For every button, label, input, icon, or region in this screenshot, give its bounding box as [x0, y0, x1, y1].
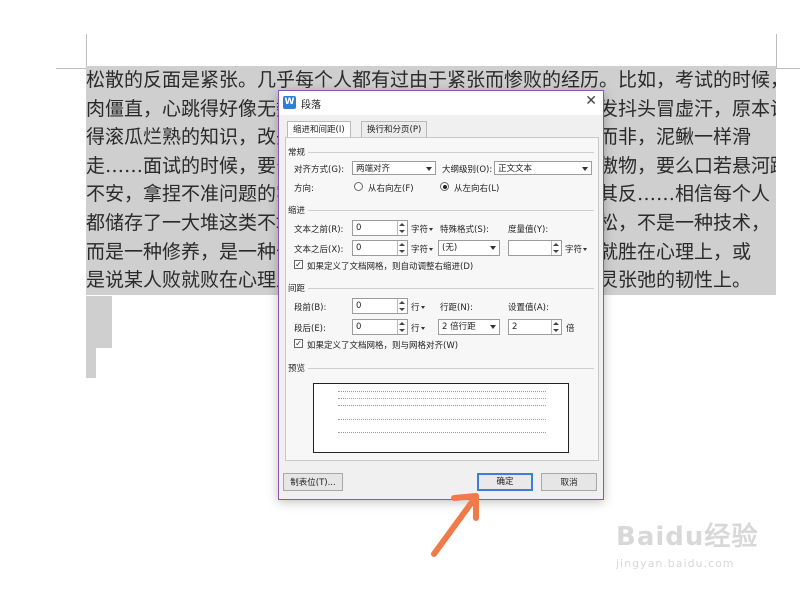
preview-previous-paragraph-line: [338, 405, 546, 407]
section-indent-title: 缩进: [288, 206, 306, 216]
chevron-down-icon: [582, 167, 588, 171]
pointer-arrow-icon: [431, 493, 479, 557]
spin-up-icon[interactable]: [399, 243, 405, 246]
snap-to-grid-checkbox[interactable]: ✓: [294, 339, 303, 348]
baidu-jingyan-watermark: Baidu经验 jingyan.baidu.com: [616, 516, 758, 570]
alignment-value: 两端对齐: [356, 164, 391, 174]
spin-up-icon[interactable]: [399, 223, 405, 226]
spin-up-icon[interactable]: [553, 322, 559, 325]
paragraph-dialog: W 段落 ✕ 缩进和间距(I) 换行和分页(P) 常规 对齐方式(G): 两端对…: [278, 90, 604, 500]
spacing-after-value: 0: [356, 322, 362, 332]
spin-down-icon[interactable]: [553, 329, 559, 332]
spacing-after-label: 段后(E):: [294, 324, 326, 334]
line-spacing-value: 2 倍行距: [442, 322, 476, 332]
spacing-before-stepper[interactable]: 0: [352, 298, 408, 314]
direction-label: 方向:: [294, 184, 314, 194]
indent-after-value: 0: [356, 243, 362, 253]
measure-unit[interactable]: 字符: [565, 243, 588, 255]
section-divider: [308, 288, 594, 289]
preview-current-paragraph-line: [338, 419, 546, 421]
spin-up-icon[interactable]: [553, 243, 559, 246]
crop-mark-right-horizontal: [776, 68, 800, 69]
close-icon[interactable]: ✕: [585, 93, 597, 109]
special-format-select[interactable]: (无): [438, 240, 500, 256]
chevron-down-icon: [426, 167, 432, 171]
indent-after-label: 文本之后(X):: [294, 245, 344, 255]
spin-up-icon[interactable]: [399, 301, 405, 304]
indent-before-unit[interactable]: 字符: [411, 223, 434, 235]
alignment-select[interactable]: 两端对齐: [352, 161, 436, 175]
indent-after-unit[interactable]: 字符: [411, 243, 434, 255]
tab-line-page-breaks[interactable]: 换行和分页(P): [361, 121, 428, 138]
indent-after-stepper[interactable]: 0: [352, 240, 408, 256]
outline-level-select[interactable]: 正文文本: [494, 161, 592, 175]
crop-mark-left-horizontal: [56, 68, 86, 69]
alignment-label: 对齐方式(G):: [294, 165, 345, 175]
spacing-before-value: 0: [356, 301, 362, 311]
section-preview-title: 预览: [288, 364, 306, 374]
snap-to-grid-label: 如果定义了文档网格，则与网格对齐(W): [307, 341, 459, 351]
outline-level-label: 大纲级别(O):: [442, 165, 493, 175]
spin-down-icon[interactable]: [399, 230, 405, 233]
chevron-down-icon: [490, 325, 496, 329]
spin-down-icon[interactable]: [399, 308, 405, 311]
spin-down-icon[interactable]: [399, 329, 405, 332]
special-format-value: (无): [442, 243, 458, 253]
rtl-label: 从右向左(F): [368, 184, 414, 194]
dialog-titlebar[interactable]: W 段落 ✕: [279, 91, 603, 115]
rtl-radio[interactable]: [354, 182, 363, 191]
tab-stops-button[interactable]: 制表位(T)...: [283, 473, 343, 491]
wps-writer-icon: W: [283, 96, 296, 109]
chevron-down-icon: [490, 246, 496, 250]
paragraph-preview: [313, 383, 569, 453]
section-divider: [308, 152, 594, 153]
indent-before-value: 0: [356, 223, 362, 233]
selection-empty-line: [86, 348, 96, 378]
preview-current-paragraph-line: [338, 432, 546, 434]
line-spacing-label: 行距(N):: [440, 303, 473, 313]
section-general-title: 常规: [288, 148, 306, 158]
cancel-button[interactable]: 取消: [541, 473, 597, 491]
preview-previous-paragraph-line: [338, 391, 546, 393]
auto-adjust-right-indent-label: 如果定义了文档网格，则自动调整右缩进(D): [307, 262, 474, 272]
spin-up-icon[interactable]: [399, 322, 405, 325]
outline-level-value: 正文文本: [498, 164, 533, 174]
watermark-logo-text: Baidu经验: [616, 522, 759, 552]
ltr-label: 从左向右(L): [454, 184, 500, 194]
ltr-radio[interactable]: [440, 182, 449, 191]
setting-value-unit: 倍: [566, 324, 575, 334]
special-format-label: 特殊格式(S):: [440, 225, 489, 235]
spacing-before-label: 段前(B):: [294, 303, 327, 313]
setting-value-label: 设置值(A):: [508, 303, 549, 313]
preview-previous-paragraph-line: [338, 398, 546, 400]
section-spacing-title: 间距: [288, 284, 306, 294]
spacing-before-unit[interactable]: 行: [411, 301, 425, 313]
spin-down-icon[interactable]: [399, 250, 405, 253]
indent-before-label: 文本之前(R):: [294, 225, 344, 235]
spacing-after-unit[interactable]: 行: [411, 322, 425, 334]
line-spacing-select[interactable]: 2 倍行距: [438, 319, 500, 335]
auto-adjust-right-indent-checkbox[interactable]: ✓: [294, 260, 303, 269]
watermark-url: jingyan.baidu.com: [616, 557, 735, 570]
section-divider: [308, 368, 594, 369]
crop-mark-left-vertical: [86, 34, 87, 68]
crop-mark-right-vertical: [776, 34, 777, 68]
setting-value-stepper[interactable]: 2: [508, 319, 562, 335]
section-divider: [308, 210, 594, 211]
measure-label: 度量值(Y):: [508, 225, 549, 235]
measure-stepper[interactable]: [508, 240, 562, 256]
indent-before-stepper[interactable]: 0: [352, 220, 408, 236]
spacing-after-stepper[interactable]: 0: [352, 319, 408, 335]
dialog-title: 段落: [301, 100, 321, 111]
setting-value: 2: [512, 322, 518, 332]
spin-down-icon[interactable]: [553, 250, 559, 253]
selection-empty-line: [86, 296, 112, 348]
